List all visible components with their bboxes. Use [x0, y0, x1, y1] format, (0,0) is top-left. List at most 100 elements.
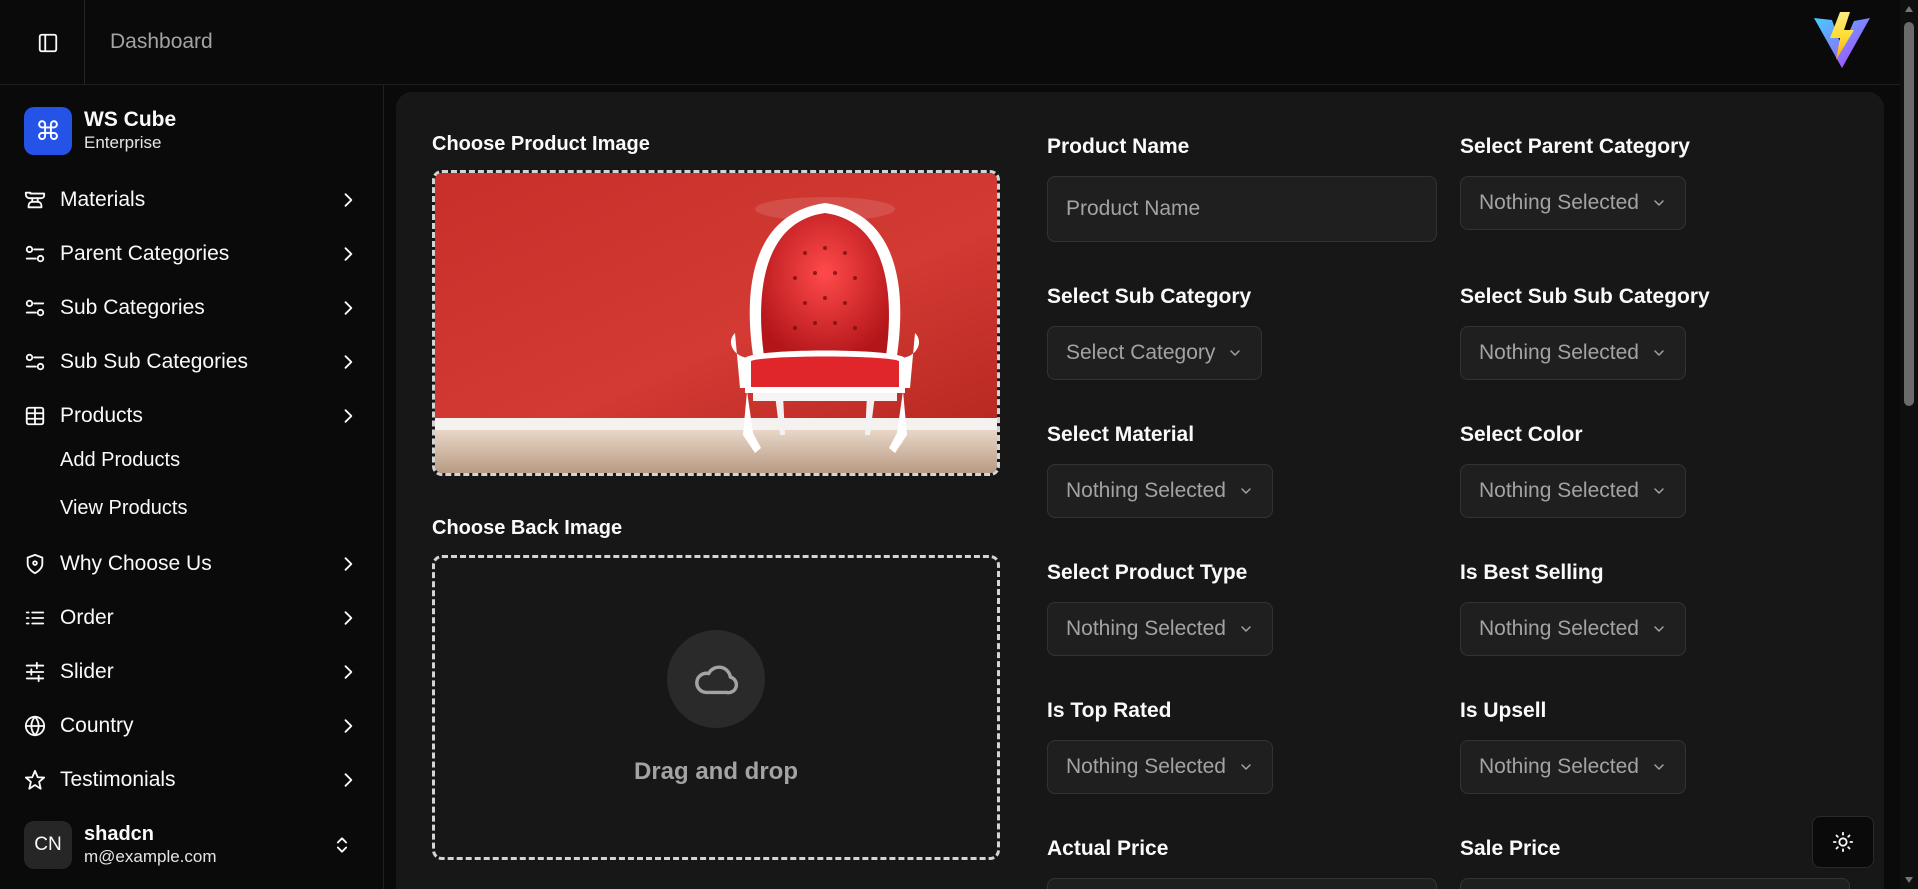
product-type-select[interactable]: Nothing Selected: [1047, 602, 1273, 656]
star-icon: [24, 769, 46, 791]
sidebar-item-parent-categories[interactable]: Parent Categories: [24, 234, 364, 274]
sidebar-item-products[interactable]: Products: [24, 396, 364, 436]
chevron-right-icon: [344, 247, 353, 261]
sub-sub-category-label: Select Sub Sub Category: [1460, 285, 1710, 308]
top-bar: Dashboard: [0, 0, 1900, 85]
sidebar-item-label: Materials: [60, 188, 146, 211]
sidebar-item-label: Parent Categories: [60, 242, 230, 265]
sidebar-item-country[interactable]: Country: [24, 706, 364, 746]
sub-category-select[interactable]: Select Category: [1047, 326, 1263, 380]
product-type-value: Nothing Selected: [1066, 617, 1226, 640]
chevron-down-icon: [1654, 350, 1664, 356]
chevron-right-icon: [344, 193, 353, 207]
color-select[interactable]: Nothing Selected: [1460, 464, 1686, 518]
sub-category-label: Select Sub Category: [1047, 285, 1252, 308]
sale-price-input[interactable]: [1460, 878, 1850, 889]
sidebar-item-sub-categories[interactable]: Sub Categories: [24, 288, 364, 328]
product-image-preview: [435, 173, 997, 473]
chevron-down-icon: [1654, 626, 1664, 632]
chevron-down-icon: [1654, 764, 1664, 770]
back-image-dropzone[interactable]: Drag and drop: [432, 555, 1000, 860]
chevron-down-icon: [1241, 626, 1251, 632]
color-label: Select Color: [1460, 423, 1583, 446]
scroll-up-arrow-icon[interactable]: [1905, 6, 1913, 12]
parent-category-select[interactable]: Nothing Selected: [1460, 176, 1686, 230]
sliders-icon: [24, 243, 46, 265]
chevron-right-icon: [344, 557, 353, 571]
sidebar-item-label: Order: [60, 606, 114, 629]
parent-category-label: Select Parent Category: [1460, 135, 1690, 158]
chevrons-up-down-icon: [336, 837, 348, 853]
sub-sub-category-select[interactable]: Nothing Selected: [1460, 326, 1686, 380]
chevron-down-icon: [1654, 488, 1664, 494]
best-selling-select[interactable]: Nothing Selected: [1460, 602, 1686, 656]
top-rated-label: Is Top Rated: [1047, 699, 1172, 722]
page-scrollbar[interactable]: [1900, 0, 1918, 889]
sidebar-item-sub-sub-categories[interactable]: Sub Sub Categories: [24, 342, 364, 382]
brand-name: WS Cube: [84, 108, 177, 131]
back-image-label: Choose Back Image: [432, 517, 623, 539]
upsell-label: Is Upsell: [1460, 699, 1547, 722]
brand-plan: Enterprise: [84, 133, 162, 152]
sun-icon: [1832, 831, 1854, 853]
top-rated-select[interactable]: Nothing Selected: [1047, 740, 1273, 794]
color-value: Nothing Selected: [1479, 479, 1639, 502]
user-name: shadcn: [84, 823, 155, 845]
upsell-value: Nothing Selected: [1479, 755, 1639, 778]
chevron-down-icon: [1230, 350, 1241, 356]
avatar: CN: [24, 821, 72, 869]
upsell-select[interactable]: Nothing Selected: [1460, 740, 1686, 794]
sidebar-item-testimonials[interactable]: Testimonials: [24, 760, 364, 800]
chevron-right-icon: [344, 773, 353, 787]
product-name-input[interactable]: [1047, 176, 1437, 242]
material-value: Nothing Selected: [1066, 479, 1226, 502]
sidebar-subitem-add-products[interactable]: Add Products: [60, 449, 180, 472]
theme-toggle-button[interactable]: [1812, 816, 1874, 868]
sidebar-item-slider[interactable]: Slider: [24, 652, 364, 692]
sidebar-item-materials[interactable]: Materials: [24, 180, 364, 220]
table-icon: [24, 405, 46, 427]
material-label: Select Material: [1047, 423, 1195, 446]
sidebar-item-label: Why Choose Us: [60, 552, 212, 575]
product-image-label: Choose Product Image: [432, 133, 650, 155]
product-image-dropzone[interactable]: [432, 170, 1000, 476]
drag-and-drop-text: Drag and drop: [633, 758, 798, 785]
sub-category-value: Select Category: [1066, 341, 1216, 364]
sidebar-item-why-choose-us[interactable]: Why Choose Us: [24, 544, 364, 584]
material-select[interactable]: Nothing Selected: [1047, 464, 1273, 518]
sidebar-item-label: Products: [60, 404, 143, 427]
chevron-right-icon: [344, 355, 353, 369]
list-icon: [24, 607, 46, 629]
command-icon: ⌘: [24, 107, 72, 155]
best-selling-value: Nothing Selected: [1479, 617, 1639, 640]
globe-icon: [24, 715, 46, 737]
sidebar-item-label: Sub Sub Categories: [60, 350, 248, 373]
sliders-horizontal-icon: [24, 661, 46, 683]
chevron-down-icon: [1241, 764, 1251, 770]
product-name-label: Product Name: [1047, 135, 1190, 158]
scroll-down-arrow-icon[interactable]: [1905, 877, 1913, 883]
sidebar: ⌘ WS Cube Enterprise Materials Parent Ca…: [0, 85, 384, 889]
sidebar-subitem-view-products[interactable]: View Products: [60, 497, 187, 520]
sidebar-item-label: Slider: [60, 660, 114, 683]
actual-price-input[interactable]: [1047, 878, 1437, 889]
scroll-thumb[interactable]: [1904, 22, 1914, 406]
user-menu[interactable]: CN shadcn m@example.com: [24, 815, 364, 875]
team-switcher[interactable]: ⌘ WS Cube Enterprise: [24, 107, 176, 155]
sidebar-item-label: Country: [60, 714, 134, 737]
upload-cloud-circle: [667, 630, 765, 728]
sidebar-item-order[interactable]: Order: [24, 598, 364, 638]
sidebar-toggle-button[interactable]: [28, 24, 68, 62]
sale-price-label: Sale Price: [1460, 837, 1561, 860]
chevron-right-icon: [344, 611, 353, 625]
chevron-down-icon: [1654, 200, 1664, 206]
sliders-icon: [24, 351, 46, 373]
chevron-right-icon: [344, 719, 353, 733]
sidebar-item-label: Testimonials: [60, 768, 176, 791]
sliders-icon: [24, 297, 46, 319]
breadcrumb-dashboard[interactable]: Dashboard: [110, 30, 213, 54]
panel-left-icon: [38, 33, 58, 53]
best-selling-label: Is Best Selling: [1460, 561, 1604, 584]
product-type-label: Select Product Type: [1047, 561, 1248, 584]
chevron-down-icon: [1241, 488, 1251, 494]
